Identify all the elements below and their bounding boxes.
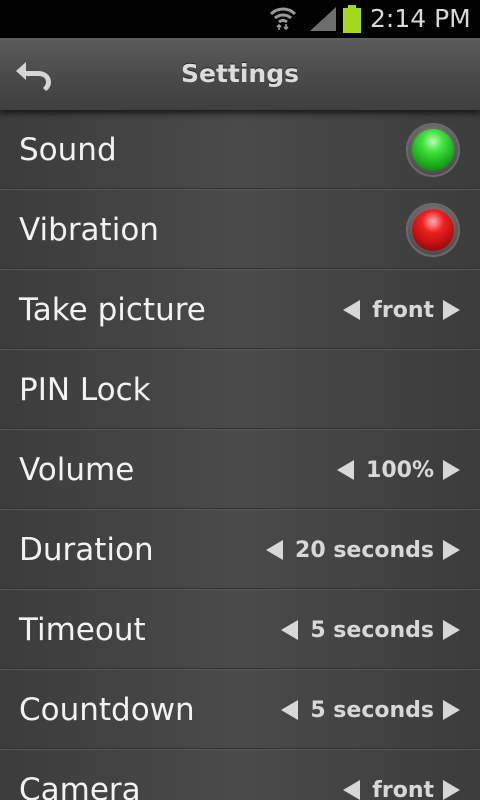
vibration-toggle[interactable] — [406, 203, 460, 257]
setting-label: Sound — [19, 132, 117, 168]
timeout-selector: 5 seconds — [281, 590, 460, 670]
previous-arrow-icon[interactable] — [281, 620, 299, 640]
setting-label: Volume — [19, 452, 135, 488]
setting-row-pin-lock[interactable]: PIN Lock — [0, 350, 480, 430]
setting-label: Duration — [19, 532, 154, 568]
previous-arrow-icon[interactable] — [343, 300, 361, 320]
setting-row-vibration[interactable]: Vibration — [0, 190, 480, 270]
take-picture-selector: front — [343, 270, 460, 350]
next-arrow-icon[interactable] — [443, 780, 460, 800]
sound-toggle[interactable] — [406, 123, 460, 177]
setting-label: Timeout — [19, 612, 146, 648]
selector-value: 5 seconds — [310, 697, 434, 723]
previous-arrow-icon[interactable] — [343, 780, 361, 800]
toggle-off-indicator — [412, 209, 454, 251]
status-bar: 2:14 PM — [0, 0, 480, 38]
status-clock: 2:14 PM — [370, 4, 471, 33]
battery-icon — [343, 5, 361, 33]
setting-row-take-picture[interactable]: Take picture front — [0, 270, 480, 350]
toggle-on-indicator — [412, 129, 454, 171]
previous-arrow-icon[interactable] — [281, 700, 299, 720]
setting-row-camera[interactable]: Camera front — [0, 750, 480, 800]
camera-selector: front — [343, 750, 460, 800]
wifi-icon — [269, 7, 297, 31]
setting-row-countdown[interactable]: Countdown 5 seconds — [0, 670, 480, 750]
setting-label: Countdown — [19, 692, 195, 728]
setting-label: Vibration — [19, 212, 159, 248]
selector-value: front — [372, 297, 434, 323]
selector-value: 5 seconds — [310, 617, 434, 643]
phone-screen: 2:14 PM Settings Sound Vibration Take pi… — [0, 0, 480, 800]
previous-arrow-icon[interactable] — [337, 460, 355, 480]
setting-label: Camera — [19, 772, 141, 800]
selector-value: front — [372, 777, 434, 800]
signal-icon — [310, 7, 336, 31]
next-arrow-icon[interactable] — [443, 540, 460, 560]
countdown-selector: 5 seconds — [281, 670, 460, 750]
settings-list: Sound Vibration Take picture front PIN L… — [0, 110, 480, 800]
setting-label: PIN Lock — [19, 372, 151, 408]
previous-arrow-icon[interactable] — [266, 540, 284, 560]
next-arrow-icon[interactable] — [443, 300, 460, 320]
setting-row-duration[interactable]: Duration 20 seconds — [0, 510, 480, 590]
page-title: Settings — [180, 59, 299, 88]
volume-selector: 100% — [337, 430, 460, 510]
duration-selector: 20 seconds — [266, 510, 460, 590]
settings-header: Settings — [0, 38, 480, 110]
selector-value: 100% — [366, 457, 434, 483]
next-arrow-icon[interactable] — [443, 460, 460, 480]
selector-value: 20 seconds — [295, 537, 434, 563]
setting-row-sound[interactable]: Sound — [0, 110, 480, 190]
setting-row-timeout[interactable]: Timeout 5 seconds — [0, 590, 480, 670]
back-arrow-icon[interactable] — [12, 54, 56, 94]
setting-label: Take picture — [19, 292, 206, 328]
next-arrow-icon[interactable] — [443, 700, 460, 720]
setting-row-volume[interactable]: Volume 100% — [0, 430, 480, 510]
next-arrow-icon[interactable] — [443, 620, 460, 640]
